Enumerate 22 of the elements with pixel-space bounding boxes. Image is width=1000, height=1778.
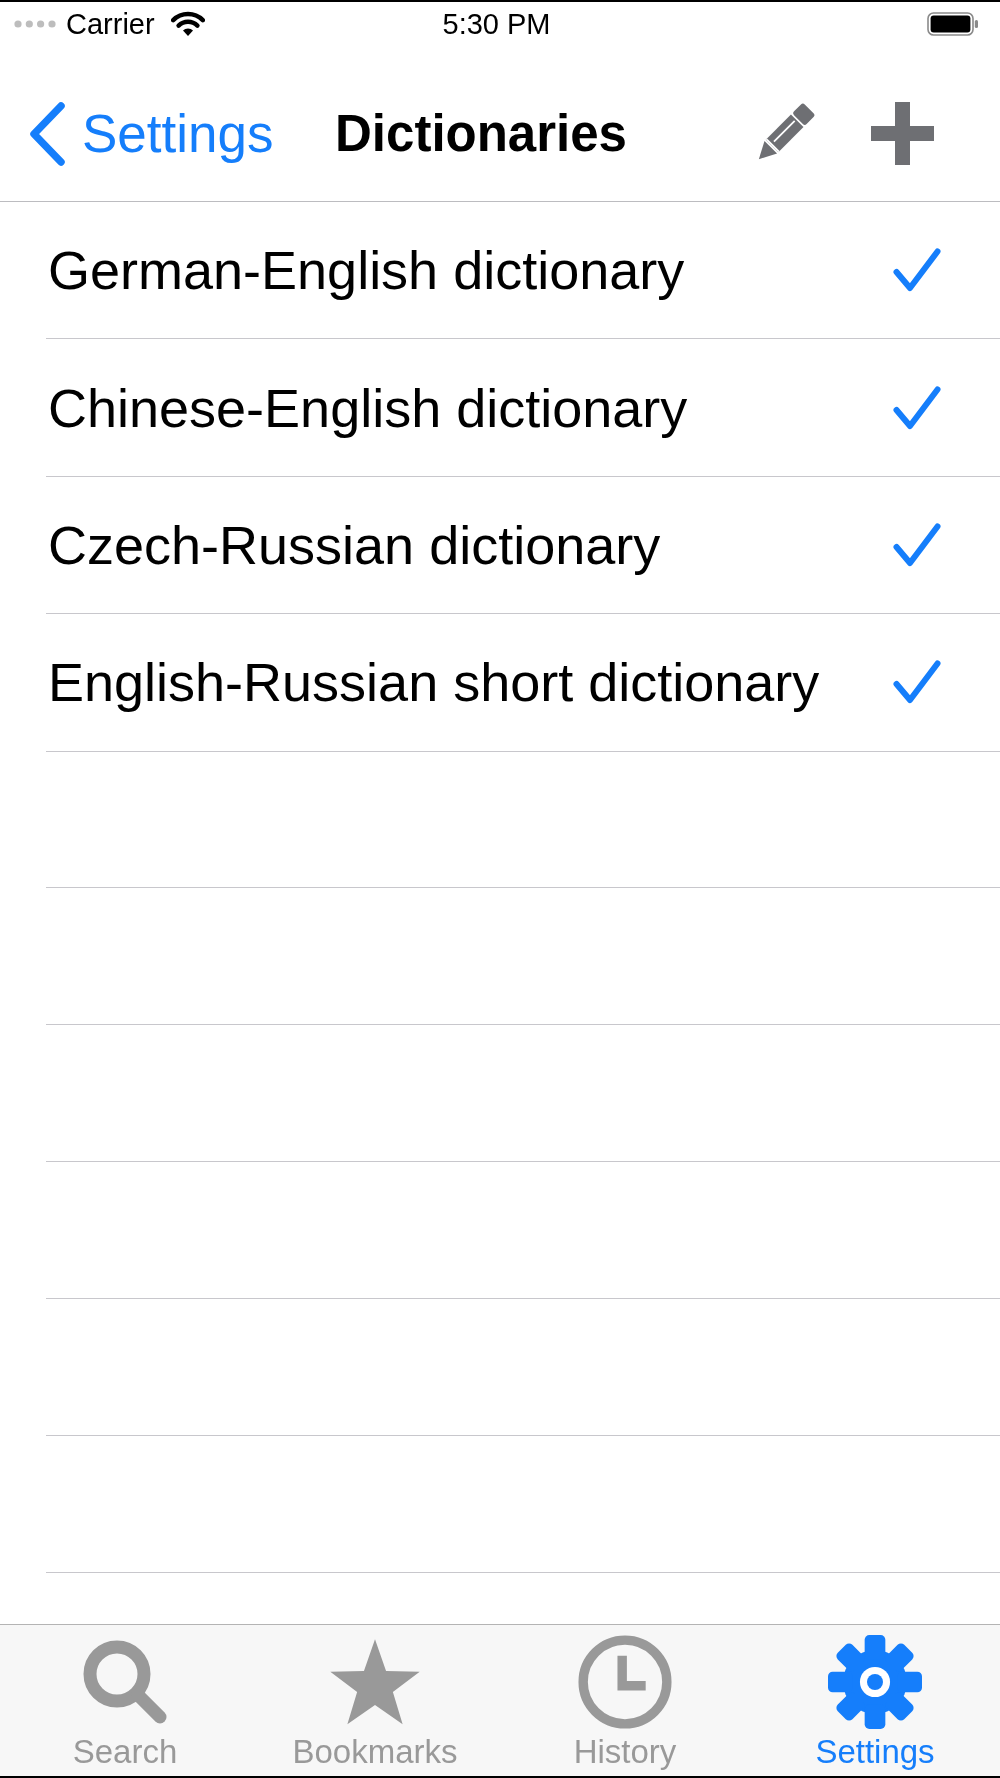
search-icon xyxy=(82,1639,168,1725)
plus-icon xyxy=(871,102,934,165)
star-icon xyxy=(328,1639,422,1725)
tab-bar-item[interactable]: History xyxy=(500,1625,750,1776)
nav-title: Dictionaries xyxy=(335,108,627,159)
back-button[interactable]: Settings xyxy=(28,101,274,166)
signal-dots-icon xyxy=(14,20,56,28)
carrier-name: Carrier xyxy=(66,9,155,39)
chevron-left-icon xyxy=(28,101,66,166)
tab-bar-item[interactable]: Bookmarks xyxy=(250,1625,500,1776)
dictionary-item[interactable]: English-Russian short dictionary xyxy=(46,614,1000,752)
wifi-icon xyxy=(170,11,205,37)
tab-bar-item[interactable]: Settings xyxy=(750,1625,1000,1776)
dictionary-item[interactable]: German-English dictionary xyxy=(46,202,1000,340)
dictionary-item[interactable]: Chinese-English dictionary xyxy=(46,339,1000,477)
status-time: 5:30 PM xyxy=(442,9,551,39)
add-button[interactable] xyxy=(871,102,934,165)
dictionary-item[interactable]: Czech-Russian dictionary xyxy=(46,476,1000,615)
gear-icon xyxy=(828,1635,922,1729)
clock-icon xyxy=(578,1635,672,1729)
battery-icon xyxy=(927,12,979,36)
tab-bar-item[interactable]: Search xyxy=(0,1625,250,1776)
